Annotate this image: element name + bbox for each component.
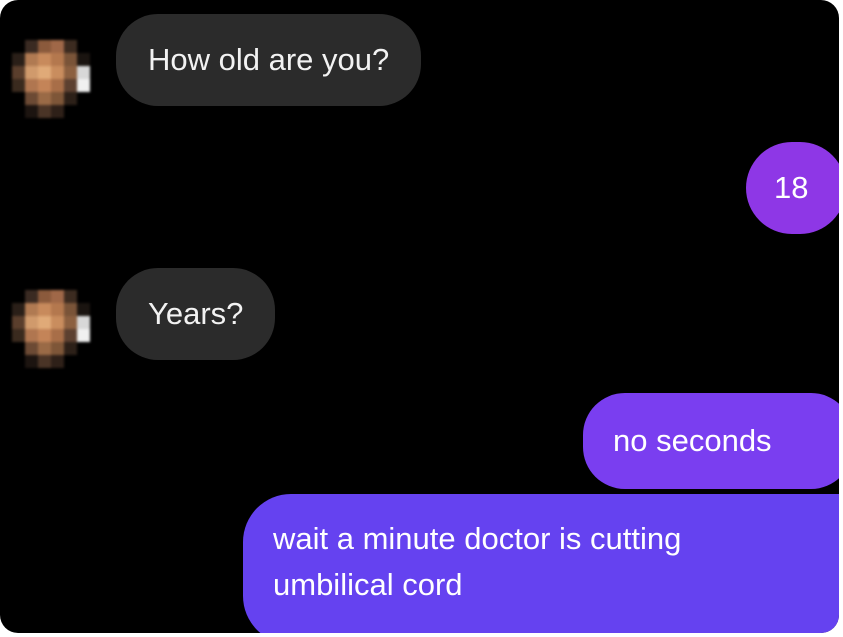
avatar-pixel (38, 316, 51, 329)
avatar-pixel (51, 105, 64, 118)
avatar-pixel (51, 329, 64, 342)
avatar-pixel (38, 303, 51, 316)
avatar-pixel (77, 53, 90, 66)
avatar-pixel (51, 53, 64, 66)
avatar-pixel (38, 355, 51, 368)
avatar-pixel (51, 316, 64, 329)
avatar-pixel (51, 66, 64, 79)
message-text-line: wait a minute doctor is cutting (273, 521, 682, 556)
avatar-pixel (12, 303, 25, 316)
avatar-pixel (12, 290, 25, 303)
avatar-pixel (64, 53, 77, 66)
avatar-pixel (77, 66, 90, 79)
avatar-pixel (64, 290, 77, 303)
avatar-pixel (25, 66, 38, 79)
avatar-pixel (12, 66, 25, 79)
avatar-pixel (64, 355, 77, 368)
avatar-pixel (64, 303, 77, 316)
outgoing-message-bubble[interactable]: no seconds (583, 393, 839, 489)
avatar-pixel (77, 316, 90, 329)
chat-screen: How old are you? 18 Years? no seconds wa… (0, 0, 839, 633)
avatar-pixel (12, 316, 25, 329)
avatar-pixel (25, 105, 38, 118)
avatar-pixel (12, 342, 25, 355)
avatar-pixel (51, 303, 64, 316)
avatar-pixel (77, 355, 90, 368)
message-text: 18 (774, 170, 809, 205)
avatar-pixel (38, 40, 51, 53)
avatar-pixel (64, 66, 77, 79)
avatar-pixel (64, 40, 77, 53)
avatar-pixel (12, 92, 25, 105)
avatar-pixel (38, 105, 51, 118)
avatar-pixel (77, 40, 90, 53)
message-text: no seconds (613, 423, 772, 458)
avatar-pixel (38, 53, 51, 66)
avatar-pixel (51, 355, 64, 368)
avatar-pixel (25, 303, 38, 316)
message-text: Years? (148, 296, 244, 331)
avatar-pixel (25, 92, 38, 105)
avatar-pixel (12, 40, 25, 53)
avatar-pixel (25, 79, 38, 92)
avatar-pixel (77, 92, 90, 105)
avatar-pixel (51, 290, 64, 303)
avatar-pixel (38, 342, 51, 355)
avatar-pixel (77, 329, 90, 342)
avatar-pixel (38, 290, 51, 303)
avatar-pixel (12, 105, 25, 118)
avatar-pixel (64, 316, 77, 329)
avatar-pixel (77, 342, 90, 355)
message-text: How old are you? (148, 42, 390, 77)
pixelated-avatar-icon (12, 40, 90, 118)
outgoing-message-bubble[interactable]: wait a minute doctor is cutting umbilica… (243, 494, 839, 633)
pixelated-avatar-icon (12, 290, 90, 368)
avatar-pixel (12, 329, 25, 342)
avatar-pixel (51, 79, 64, 92)
avatar-pixel (51, 342, 64, 355)
incoming-message-bubble[interactable]: Years? (116, 268, 276, 360)
message-text-line: umbilical cord (273, 567, 463, 602)
avatar-pixel (64, 105, 77, 118)
outgoing-message-bubble[interactable]: 18 (746, 142, 839, 234)
avatar-pixel (64, 329, 77, 342)
avatar-pixel (25, 342, 38, 355)
avatar-pixel (12, 355, 25, 368)
avatar-pixel (25, 316, 38, 329)
avatar-pixel (25, 40, 38, 53)
avatar-pixel (64, 342, 77, 355)
avatar-pixel (38, 329, 51, 342)
avatar-pixel (77, 303, 90, 316)
avatar-pixel (51, 40, 64, 53)
avatar-pixel (25, 290, 38, 303)
avatar-pixel (64, 79, 77, 92)
avatar-pixel (38, 79, 51, 92)
avatar-pixel (12, 79, 25, 92)
avatar-pixel (38, 92, 51, 105)
avatar-pixel (77, 290, 90, 303)
avatar-pixel (77, 105, 90, 118)
avatar-pixel (38, 66, 51, 79)
avatar-pixel (64, 92, 77, 105)
avatar-pixel (12, 53, 25, 66)
incoming-message-bubble[interactable]: How old are you? (116, 14, 422, 106)
avatar-pixel (51, 92, 64, 105)
avatar-pixel (77, 79, 90, 92)
avatar-pixel (25, 53, 38, 66)
avatar-pixel (25, 329, 38, 342)
avatar-pixel (25, 355, 38, 368)
